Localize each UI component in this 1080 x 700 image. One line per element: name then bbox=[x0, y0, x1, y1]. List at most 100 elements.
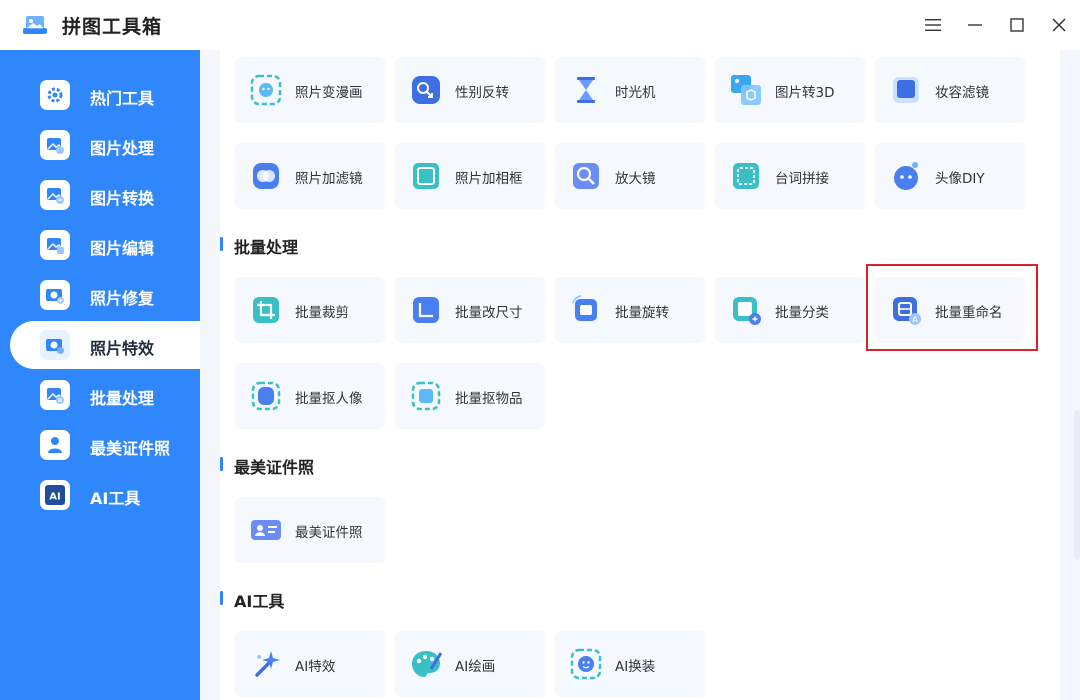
magnifier-icon bbox=[573, 163, 599, 189]
tool-card-add-filter[interactable]: 照片加滤镜 bbox=[235, 143, 385, 209]
sidebar-item-label: 图片转换 bbox=[90, 189, 155, 208]
tool-label: 最美证件照 bbox=[295, 525, 363, 541]
tool-card-ai-effect[interactable]: AI特效 bbox=[235, 631, 385, 697]
tool-card-cartoon[interactable]: 照片变漫画 bbox=[235, 57, 385, 123]
minimize-button[interactable] bbox=[962, 12, 988, 38]
sidebar-item-label: 批量处理 bbox=[90, 389, 155, 408]
tool-card-id-photo[interactable]: 最美证件照 bbox=[235, 497, 385, 563]
tool-label: 批量分类 bbox=[775, 305, 829, 321]
tool-card-batch-classify[interactable]: 批量分类 bbox=[715, 277, 865, 343]
tool-card-magnifier[interactable]: 放大镜 bbox=[555, 143, 705, 209]
gender-swap-icon bbox=[412, 76, 440, 104]
sidebar-item-hot-tools[interactable]: 热门工具 bbox=[10, 71, 200, 119]
sidebar-item-photo-repair[interactable]: 照片修复 bbox=[10, 271, 200, 319]
tool-label: AI换装 bbox=[615, 659, 656, 675]
palette-icon bbox=[412, 651, 443, 677]
tool-card-makeup-filter[interactable]: 妆容滤镜 bbox=[875, 57, 1025, 123]
sidebar-item-photo-effect[interactable]: 照片特效 bbox=[10, 321, 200, 369]
tool-card-ai-painting[interactable]: AI绘画 bbox=[395, 631, 545, 697]
rotate-icon bbox=[572, 295, 597, 321]
tool-card-ai-outfit[interactable]: AI换装 bbox=[555, 631, 705, 697]
sidebar-item-label: 图片编辑 bbox=[90, 239, 155, 258]
section-title-batch: 批量处理 bbox=[219, 234, 298, 258]
maximize-icon bbox=[1010, 18, 1024, 32]
resize-icon bbox=[413, 297, 439, 323]
sidebar-item-image-edit[interactable]: 图片编辑 bbox=[10, 221, 200, 269]
tool-label: 性别反转 bbox=[455, 85, 509, 101]
ai-icon: AI bbox=[40, 480, 70, 510]
tool-label: 批量抠物品 bbox=[455, 391, 523, 407]
sidebar-item-id-photo[interactable]: 最美证件照 bbox=[10, 421, 200, 469]
3d-icon bbox=[731, 75, 761, 105]
scrollbar-thumb[interactable] bbox=[1074, 410, 1080, 560]
minimize-icon bbox=[968, 24, 982, 26]
tool-label: 头像DIY bbox=[935, 171, 985, 187]
tool-card-avatar-diy[interactable]: 头像DIY bbox=[875, 143, 1025, 209]
image-edit-icon bbox=[40, 230, 70, 260]
tool-card-gender-swap[interactable]: 性别反转 bbox=[395, 57, 545, 123]
scrollbar[interactable] bbox=[1074, 50, 1080, 700]
content-area: 照片变漫画 性别反转 时光机 图片转3D 妆容滤镜 照片加滤镜 照片加相框 放大… bbox=[200, 50, 1080, 700]
tool-label: 台词拼接 bbox=[775, 171, 829, 187]
crop-icon bbox=[253, 297, 279, 323]
sidebar: 热门工具 图片处理 图片转换 图片编辑 照片修复 照片特效 批量处理 最美证件照… bbox=[0, 50, 200, 700]
sidebar-item-label: AI工具 bbox=[90, 489, 141, 508]
title-bar: 拼图工具箱 bbox=[0, 0, 1080, 50]
tool-card-batch-rotate[interactable]: 批量旋转 bbox=[555, 277, 705, 343]
cartoon-icon bbox=[250, 74, 282, 106]
avatar-diy-icon bbox=[894, 162, 918, 190]
highlight-box bbox=[866, 264, 1038, 351]
filter-icon bbox=[253, 163, 279, 189]
tool-card-batch-crop[interactable]: 批量裁剪 bbox=[235, 277, 385, 343]
app-title: 拼图工具箱 bbox=[62, 16, 163, 38]
face-swap-icon bbox=[570, 648, 602, 680]
close-icon bbox=[1052, 18, 1066, 32]
sidebar-item-image-process[interactable]: 图片处理 bbox=[10, 121, 200, 169]
batch-icon bbox=[40, 380, 70, 410]
close-button[interactable] bbox=[1046, 12, 1072, 38]
tool-card-image-to-3d[interactable]: 图片转3D bbox=[715, 57, 865, 123]
tool-card-time-machine[interactable]: 时光机 bbox=[555, 57, 705, 123]
tool-label: 照片变漫画 bbox=[295, 85, 363, 101]
tool-card-batch-portrait-cutout[interactable]: 批量抠人像 bbox=[235, 363, 385, 429]
classify-icon bbox=[733, 297, 761, 325]
tool-label: 图片转3D bbox=[775, 85, 835, 101]
id-card-icon bbox=[251, 520, 281, 540]
tool-label: 批量改尺寸 bbox=[455, 305, 523, 321]
section-title-ai: AI工具 bbox=[219, 588, 284, 612]
tool-label: 照片加滤镜 bbox=[295, 171, 363, 187]
tool-label: 放大镜 bbox=[615, 171, 656, 187]
sidebar-item-ai-tools[interactable]: AI AI工具 bbox=[10, 471, 200, 519]
tool-label: 批量裁剪 bbox=[295, 305, 349, 321]
tool-label: 时光机 bbox=[615, 85, 656, 101]
sidebar-item-label: 图片处理 bbox=[90, 139, 155, 158]
app-logo-icon bbox=[23, 16, 47, 34]
photo-repair-icon bbox=[40, 280, 70, 310]
tool-grid: 照片变漫画 性别反转 时光机 图片转3D 妆容滤镜 照片加滤镜 照片加相框 放大… bbox=[219, 50, 1060, 700]
object-cutout-icon bbox=[411, 381, 441, 411]
maximize-button[interactable] bbox=[1004, 12, 1030, 38]
tool-card-caption-stitch[interactable]: 台词拼接 bbox=[715, 143, 865, 209]
frame-icon bbox=[413, 163, 439, 189]
tool-card-add-frame[interactable]: 照片加相框 bbox=[395, 143, 545, 209]
tool-label: 批量旋转 bbox=[615, 305, 669, 321]
caption-stitch-icon bbox=[733, 163, 759, 189]
tool-label: 照片加相框 bbox=[455, 171, 523, 187]
image-process-icon bbox=[40, 130, 70, 160]
tool-card-batch-object-cutout[interactable]: 批量抠物品 bbox=[395, 363, 545, 429]
makeup-filter-icon bbox=[893, 77, 919, 103]
svg-text:AI: AI bbox=[49, 492, 60, 503]
tool-label: AI绘画 bbox=[455, 659, 496, 675]
hourglass-icon bbox=[577, 77, 595, 103]
sidebar-item-label: 照片特效 bbox=[90, 339, 155, 358]
sidebar-item-image-convert[interactable]: 图片转换 bbox=[10, 171, 200, 219]
photo-effect-icon bbox=[40, 330, 70, 360]
menu-button[interactable] bbox=[920, 12, 946, 38]
tool-label: AI特效 bbox=[295, 659, 336, 675]
gear-icon bbox=[40, 80, 70, 110]
tool-card-batch-resize[interactable]: 批量改尺寸 bbox=[395, 277, 545, 343]
tool-label: 妆容滤镜 bbox=[935, 85, 989, 101]
portrait-cutout-icon bbox=[251, 381, 281, 411]
sidebar-item-batch[interactable]: 批量处理 bbox=[10, 371, 200, 419]
tool-label: 批量抠人像 bbox=[295, 391, 363, 407]
